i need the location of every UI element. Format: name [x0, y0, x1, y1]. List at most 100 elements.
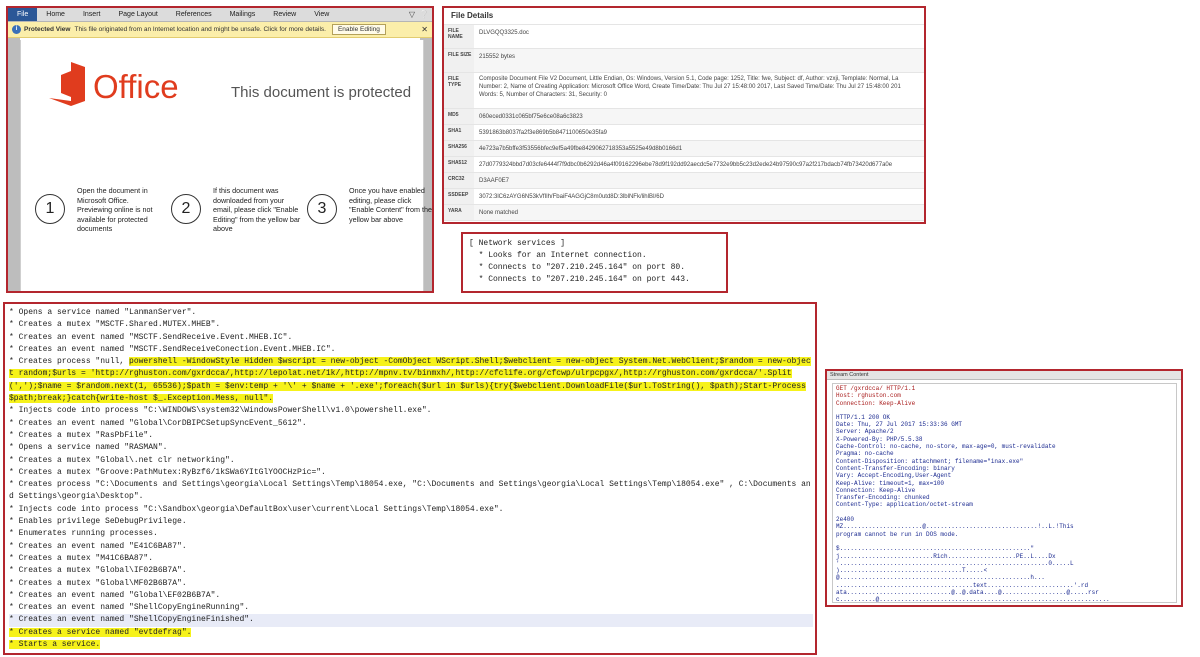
row-key: FILE SIZE	[444, 49, 474, 72]
office-wordmark: Office	[93, 68, 179, 105]
tab-file[interactable]: File	[8, 8, 38, 21]
behavior-log-panel: * Opens a service named "LanmanServer". …	[3, 302, 817, 655]
step-text: Open the document in Microsoft Office. P…	[77, 186, 153, 234]
row-key: FILE TYPE	[444, 73, 474, 108]
log-line: * Enables privilege SeDebugPrivilege.	[9, 517, 187, 527]
row-value: 3072:3lC6zAYG6N53kVfIlh/FbaiF4AGGjC8m0ut…	[479, 194, 664, 200]
log-line: * Creates a mutex "MSCTF.Shared.MUTEX.MH…	[9, 320, 221, 330]
row-value: DLVGQQ3325.doc	[479, 30, 529, 36]
tab-review[interactable]: Review	[264, 8, 305, 21]
file-type-line: Number: 2, Name of Creating Application:…	[479, 84, 901, 90]
network-line: [ Network services ]	[469, 239, 566, 248]
http-response: HTTP/1.1 200 OK Date: Thu, 27 Jul 2017 1…	[836, 413, 1110, 603]
stream-content-window: Stream Content GET /gxrdcca/ HTTP/1.1 Ho…	[825, 369, 1183, 607]
table-row: SHA256 4e723a7b5bffe3f53556bfec9ef5a49fbe…	[444, 141, 924, 157]
file-details-title: File Details	[444, 8, 924, 25]
ribbon-tabs: File Home Insert Page Layout References …	[8, 8, 432, 22]
close-bar-icon[interactable]: ✕	[421, 25, 428, 34]
table-row: SHA512 27d0779324bbd7d03cfe6444f7f9dbc0b6…	[444, 157, 924, 173]
network-line: * Connects to "207.210.245.164" on port …	[469, 263, 686, 272]
log-line-active[interactable]: * Creates an event named "ShellCopyEngin…	[9, 614, 813, 627]
starts-service-highlight: * Starts a service.	[9, 640, 101, 650]
tab-references[interactable]: References	[167, 8, 221, 21]
file-details-panel: File Details FILE NAME DLVGQQ3325.doc FIL…	[442, 6, 926, 224]
file-type-line: Composite Document File V2 Document, Lit…	[479, 76, 899, 82]
log-line: * Creates a mutex "RasPbFile".	[9, 430, 154, 440]
table-row: CRC32 D3AAF0E7	[444, 173, 924, 189]
log-line: * Creates an event named "E41C6BA87".	[9, 541, 187, 551]
tab-view[interactable]: View	[305, 8, 338, 21]
table-row: FILE TYPE Composite Document File V2 Doc…	[444, 73, 924, 109]
tab-home[interactable]: Home	[37, 8, 74, 21]
row-value: None matched	[474, 205, 924, 220]
help-icon[interactable]: ❔	[419, 10, 429, 19]
file-type-line: Words: 5, Number of Characters: 31, Secu…	[479, 92, 607, 98]
log-lines: * Opens a service named "LanmanServer". …	[9, 307, 813, 651]
network-services-panel: [ Network services ] * Looks for an Inte…	[461, 232, 728, 293]
log-line: * Creates an event named "Global\EF02B6B…	[9, 590, 221, 600]
http-request: GET /gxrdcca/ HTTP/1.1 Host: rghuston.co…	[836, 385, 916, 407]
row-key: SSDEEP	[444, 189, 474, 204]
log-line: * Creates a mutex "Groove:PathMutex:RyBz…	[9, 467, 326, 477]
row-key: FILE NAME	[444, 25, 474, 48]
table-row: SHA1 5391863b8037fa2f3e869b5b8471100650e3…	[444, 125, 924, 141]
network-line: * Connects to "207.210.245.164" on port …	[469, 275, 690, 284]
ribbon-window-controls: ▽ ❔	[409, 10, 429, 19]
tab-insert[interactable]: Insert	[74, 8, 110, 21]
row-value: Composite Document File V2 Document, Lit…	[474, 73, 924, 108]
row-value: 060eced0331c065bf75e6ce08a6c3823	[474, 109, 924, 124]
row-value: 5391863b8037fa2f3e869b5b8471100650e35fa9	[479, 130, 608, 136]
table-row: YARA None matched	[444, 205, 924, 221]
powershell-command-highlight: powershell -WindowStyle Hidden $wscript …	[9, 357, 811, 404]
info-icon: i	[12, 25, 21, 34]
row-value: 4e723a7b5bffe3f53556bfec9ef5a49fbe842906…	[474, 141, 924, 156]
protected-view-bar: i Protected View This file originated fr…	[8, 22, 432, 38]
row-key: SHA256	[444, 141, 474, 156]
table-row: FILE NAME DLVGQQ3325.doc	[444, 25, 924, 49]
row-key: SHA1	[444, 125, 474, 140]
row-value: 27d0779324bbd7d03cfe6444f7f9dbc0b6292d46…	[479, 162, 893, 168]
protected-view-label: Protected View	[24, 26, 71, 33]
row-key: YARA	[444, 205, 474, 220]
minimize-ribbon-icon[interactable]: ▽	[409, 10, 415, 19]
page-gutter-left	[8, 38, 20, 291]
table-row: FILE SIZE 215552 bytes	[444, 49, 924, 73]
table-row: SSDEEP 3072:3lC6zAYG6N53kVfIlh/FbaiF4AGGj…	[444, 189, 924, 205]
log-line: * Creates a mutex "Global\MF02B6B7A".	[9, 578, 187, 588]
log-line: * Injects code into process "C:\WINDOWS\…	[9, 406, 432, 416]
step-text: If this document was downloaded from you…	[213, 186, 301, 234]
tab-page-layout[interactable]: Page Layout	[109, 8, 166, 21]
step-number: 3	[307, 194, 337, 224]
log-line-highlighted: * Starts a service.	[9, 639, 813, 651]
step-number: 1	[35, 194, 65, 224]
log-line: * Creates a mutex "Global\IF02B6B7A".	[9, 566, 187, 576]
tab-mailings[interactable]: Mailings	[221, 8, 265, 21]
enable-editing-button[interactable]: Enable Editing	[331, 24, 386, 35]
network-line: * Looks for an Internet connection.	[469, 251, 647, 260]
table-row: MD5 060eced0331c065bf75e6ce08a6c3823	[444, 109, 924, 125]
stream-content-title: Stream Content	[827, 371, 1181, 380]
protected-view-message[interactable]: This file originated from an Internet lo…	[74, 26, 325, 33]
log-entry-powershell: * Creates process "null, powershell -Win…	[9, 356, 813, 405]
log-line-highlighted: * Creates a service named "evtdefrag".	[9, 627, 813, 639]
row-key: SHA512	[444, 157, 474, 172]
log-line: * Creates an event named "ShellCopyEngin…	[9, 603, 250, 613]
stream-content-body[interactable]: GET /gxrdcca/ HTTP/1.1 Host: rghuston.co…	[832, 383, 1177, 603]
protected-heading: This document is protected	[231, 84, 412, 101]
log-line: * Injects code into process "C:\Sandbox\…	[9, 504, 504, 514]
log-line: * Creates a mutex "Global\.net clr netwo…	[9, 455, 235, 465]
log-line: * Creates an event named "MSCTF.SendRece…	[9, 344, 336, 354]
word-protected-view-window: File Home Insert Page Layout References …	[6, 6, 434, 293]
log-line: * Enumerates running processes.	[9, 529, 158, 539]
log-line: * Creates an event named "Global\CorDBIP…	[9, 418, 307, 428]
service-evtdefrag-highlight: * Creates a service named "evtdefrag".	[9, 627, 192, 637]
step-text: Once you have enabled editing, please cl…	[349, 186, 433, 224]
row-key: MD5	[444, 109, 474, 124]
row-value: 215552 bytes	[474, 49, 924, 72]
log-line: * Creates a mutex "M41C6BA87".	[9, 553, 154, 563]
log-line: * Creates process "C:\Documents and Sett…	[9, 480, 811, 502]
document-page: Office This document is protected 1 Open…	[20, 40, 432, 291]
log-line: * Creates an event named "MSCTF.SendRece…	[9, 332, 293, 342]
step-number: 2	[171, 194, 201, 224]
log-line: * Opens a service named "RASMAN".	[9, 443, 168, 453]
